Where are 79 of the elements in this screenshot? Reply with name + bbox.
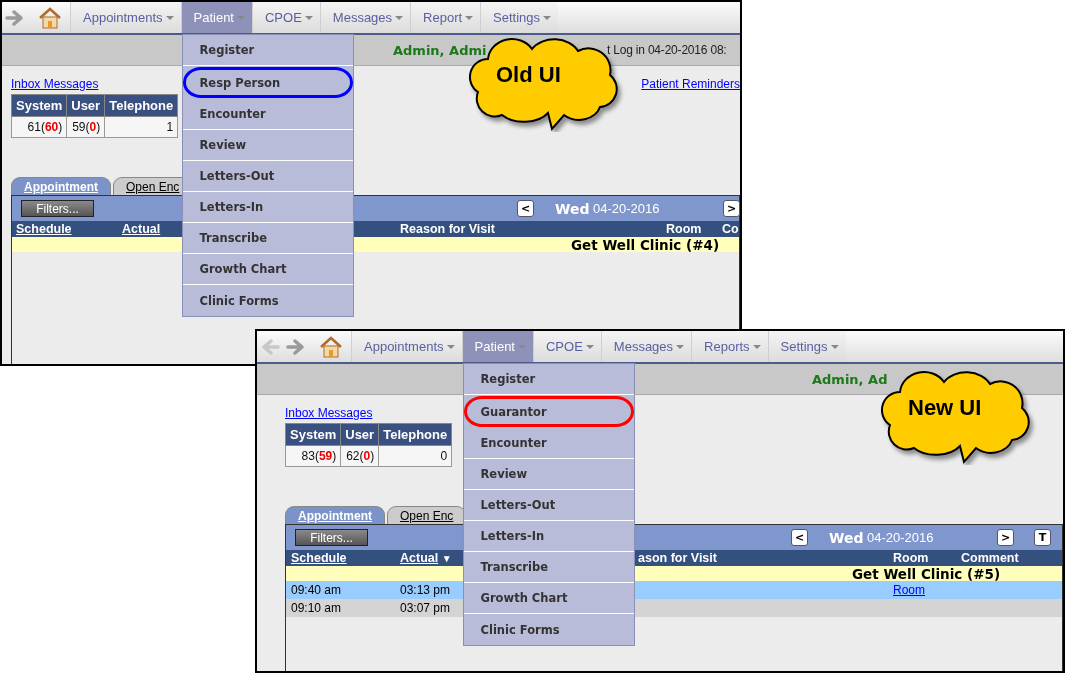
caret-icon: [395, 15, 404, 20]
menu-item[interactable]: Reports: [691, 331, 768, 362]
menu-item[interactable]: Settings: [767, 331, 846, 362]
column-header: System: [11, 94, 67, 117]
caret-icon: [304, 15, 313, 20]
menu-item[interactable]: Appointments: [351, 331, 462, 362]
caret-icon: [446, 344, 455, 349]
dropdown-item[interactable]: Guarantor: [463, 396, 634, 427]
user-name: Admin, Ad: [812, 371, 889, 387]
caret-icon: [752, 344, 761, 349]
column-header: Room: [666, 222, 703, 236]
caret-icon: [676, 344, 685, 349]
count-cell: 61(60): [11, 116, 67, 138]
previous-day-button[interactable]: <: [517, 200, 534, 217]
caret-icon: [237, 15, 245, 20]
column-header: User: [66, 94, 105, 117]
dropdown-item[interactable]: Review: [463, 459, 634, 490]
room-link[interactable]: Room: [893, 583, 961, 597]
column-header: Reason for Visit: [400, 222, 496, 236]
dropdown-item[interactable]: Clinic Forms: [463, 614, 634, 645]
column-header: System: [285, 423, 341, 446]
inbox-link[interactable]: Inbox Messages: [11, 77, 99, 91]
today-button[interactable]: T: [1034, 529, 1051, 546]
column-header[interactable]: Schedule: [16, 222, 122, 236]
column-header: User: [340, 423, 379, 446]
home-icon[interactable]: [38, 6, 62, 29]
dropdown-item[interactable]: Letters-Out: [182, 161, 353, 192]
clinic-name: Get Well Clinic (#5): [852, 565, 1001, 582]
date-label: 04-20-2016: [593, 201, 661, 216]
dropdown-item[interactable]: Encounter: [463, 428, 634, 459]
column-header: ason for Visit: [638, 551, 718, 565]
clinic-name: Get Well Clinic (#4): [571, 236, 720, 253]
menu-item[interactable]: Report: [410, 2, 481, 33]
schedule-time: 09:10 am: [291, 601, 343, 615]
schedule-time: 09:40 am: [291, 583, 343, 597]
column-header[interactable]: Actual: [400, 551, 439, 565]
caret-icon: [830, 344, 839, 349]
menu-item[interactable]: Settings: [480, 2, 559, 33]
menu-item[interactable]: Messages: [319, 2, 411, 33]
reminders-link[interactable]: Patient Reminders: [641, 77, 740, 91]
dropdown-item[interactable]: Clinic Forms: [182, 285, 353, 316]
column-header: Telephone: [104, 94, 178, 117]
menu-item[interactable]: CPOE: [533, 331, 601, 362]
previous-day-button[interactable]: <: [791, 529, 808, 546]
menu-item[interactable]: Appointments: [70, 2, 181, 33]
home-icon[interactable]: [319, 335, 343, 358]
column-header: Co: [722, 222, 739, 236]
next-day-button[interactable]: >: [723, 200, 740, 217]
day-label: Wed: [555, 200, 591, 217]
callout-label: Old UI: [496, 62, 561, 88]
menu-item[interactable]: CPOE: [252, 2, 320, 33]
dropdown-item[interactable]: Letters-Out: [463, 490, 634, 521]
sort-icon[interactable]: ▼: [441, 553, 452, 564]
dropdown-item[interactable]: Resp Person: [182, 67, 353, 98]
caret-icon: [165, 15, 174, 20]
column-header: Room: [893, 551, 930, 565]
column-header: Comment: [961, 551, 1020, 565]
dropdown-item[interactable]: Review: [182, 130, 353, 161]
filters-button[interactable]: Filters...: [295, 529, 368, 546]
forward-arrow-icon[interactable]: [286, 337, 306, 356]
caret-icon: [465, 15, 474, 20]
inbox-link[interactable]: Inbox Messages: [285, 406, 373, 420]
dropdown-item[interactable]: Encounter: [182, 99, 353, 130]
user-name: Admin, Admi: [393, 42, 488, 58]
filters-button[interactable]: Filters...: [21, 200, 94, 217]
next-day-button[interactable]: >: [997, 529, 1014, 546]
actual-time: 03:07 pm: [400, 601, 452, 615]
column-header[interactable]: Schedule: [291, 551, 400, 565]
count-cell: 83(59): [285, 445, 341, 467]
caret-icon: [543, 15, 552, 20]
column-header: Telephone: [378, 423, 452, 446]
forward-arrow-icon[interactable]: [5, 8, 25, 27]
last-login-text: t Log in 04-20-2016 08:: [607, 43, 728, 57]
caret-icon: [585, 344, 594, 349]
callout-label: New UI: [908, 395, 982, 421]
menu-item[interactable]: Messages: [600, 331, 692, 362]
caret-icon: [518, 344, 526, 349]
date-label: 04-20-2016: [867, 530, 935, 545]
day-label: Wed: [829, 529, 865, 546]
